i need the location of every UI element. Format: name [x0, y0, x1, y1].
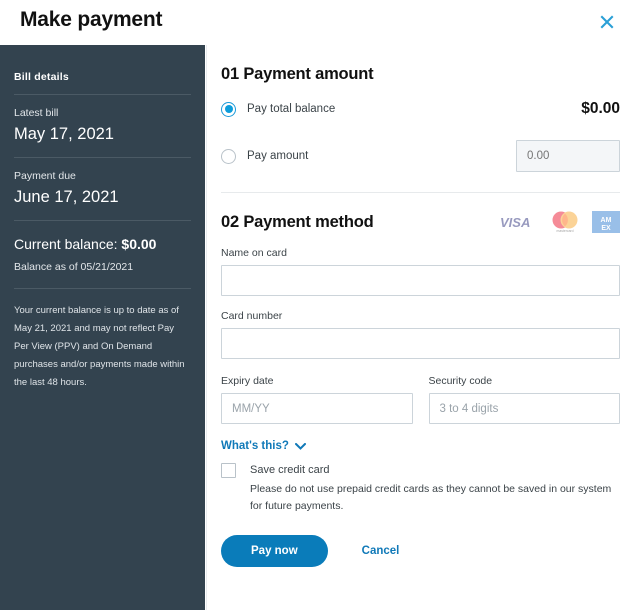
payment-due-block: Payment due June 17, 2021 [14, 158, 191, 220]
radio-pay-amount[interactable] [221, 148, 236, 164]
field-security-code: Security code [428, 375, 620, 424]
current-balance-row: Current balance: $0.00 [14, 221, 191, 260]
action-buttons: Pay now Cancel [221, 535, 620, 567]
balance-as-of: Balance as of 05/21/2021 [14, 261, 134, 273]
card-number-input[interactable] [221, 328, 620, 359]
sidebar-heading: Bill details [14, 71, 69, 83]
payment-method-header: 02 Payment method VISA mastercard AM EX [221, 211, 620, 233]
label-name-on-card: Name on card [221, 247, 287, 259]
svg-text:mastercard: mastercard [557, 229, 574, 233]
security-code-input[interactable] [428, 393, 620, 424]
whats-this-label: What's this? [221, 440, 289, 452]
mastercard-logo: mastercard [552, 211, 578, 233]
close-icon[interactable] [596, 11, 618, 33]
save-credit-card-checkbox[interactable] [221, 463, 236, 478]
save-credit-card-row[interactable]: Save credit card Please do not use prepa… [221, 462, 620, 515]
save-credit-card-note: Please do not use prepaid credit cards a… [250, 483, 612, 512]
radio-row-pay-total-balance[interactable]: Pay total balance $0.00 [221, 100, 620, 118]
label-card-number: Card number [221, 310, 283, 322]
radio-pay-total-balance[interactable] [221, 101, 236, 117]
close-glyph [600, 15, 614, 29]
whats-this-toggle[interactable]: What's this? [221, 440, 306, 452]
current-balance-label: Current balance: [14, 236, 118, 252]
latest-bill-value: May 17, 2021 [14, 125, 114, 143]
section-title-payment-method: 02 Payment method [221, 212, 374, 231]
visa-logo: VISA [500, 215, 530, 229]
section-title-payment-amount: 01 Payment amount [221, 65, 374, 83]
latest-bill-block: Latest bill May 17, 2021 [14, 95, 191, 157]
cancel-button[interactable]: Cancel [356, 544, 406, 558]
pay-amount-input[interactable] [516, 140, 620, 172]
page-title: Make payment [20, 8, 163, 31]
name-on-card-input[interactable] [221, 265, 620, 296]
svg-text:VISA: VISA [500, 215, 530, 229]
current-balance-value: $0.00 [121, 236, 157, 252]
field-card-number: Card number [221, 310, 620, 359]
payment-due-label: Payment due [14, 170, 76, 182]
save-credit-card-label: Save credit card [250, 464, 330, 476]
accepted-card-logos: VISA mastercard AM EX [500, 211, 620, 233]
radio-label-pay-total-balance: Pay total balance [247, 103, 336, 115]
label-expiry-date: Expiry date [221, 375, 274, 387]
section-divider [221, 192, 620, 193]
chevron-down-icon [294, 442, 306, 450]
latest-bill-label: Latest bill [14, 107, 59, 119]
expiry-date-input[interactable] [221, 393, 413, 424]
radio-row-pay-amount[interactable]: Pay amount [221, 140, 620, 172]
balance-disclaimer: Your current balance is up to date as of… [14, 305, 185, 388]
amex-logo: AM EX [592, 211, 620, 233]
pay-now-button[interactable]: Pay now [221, 535, 328, 567]
field-name-on-card: Name on card [221, 247, 620, 296]
label-security-code: Security code [428, 375, 493, 387]
make-payment-modal: Make payment Bill details Latest bill Ma… [0, 0, 634, 610]
svg-text:EX: EX [601, 225, 611, 232]
modal-header: Make payment [0, 0, 634, 44]
payment-form: 01 Payment amount Pay total balance $0.0… [206, 45, 634, 610]
save-credit-card-texts: Save credit card Please do not use prepa… [250, 462, 620, 515]
payment-due-value: June 17, 2021 [14, 188, 119, 206]
svg-text:AM: AM [601, 217, 612, 224]
field-expiry-date: Expiry date [221, 375, 413, 424]
bill-details-sidebar: Bill details Latest bill May 17, 2021 Pa… [0, 45, 205, 610]
total-balance-amount: $0.00 [581, 100, 620, 117]
expiry-security-row: Expiry date Security code [221, 375, 620, 424]
radio-label-pay-amount: Pay amount [247, 150, 309, 162]
